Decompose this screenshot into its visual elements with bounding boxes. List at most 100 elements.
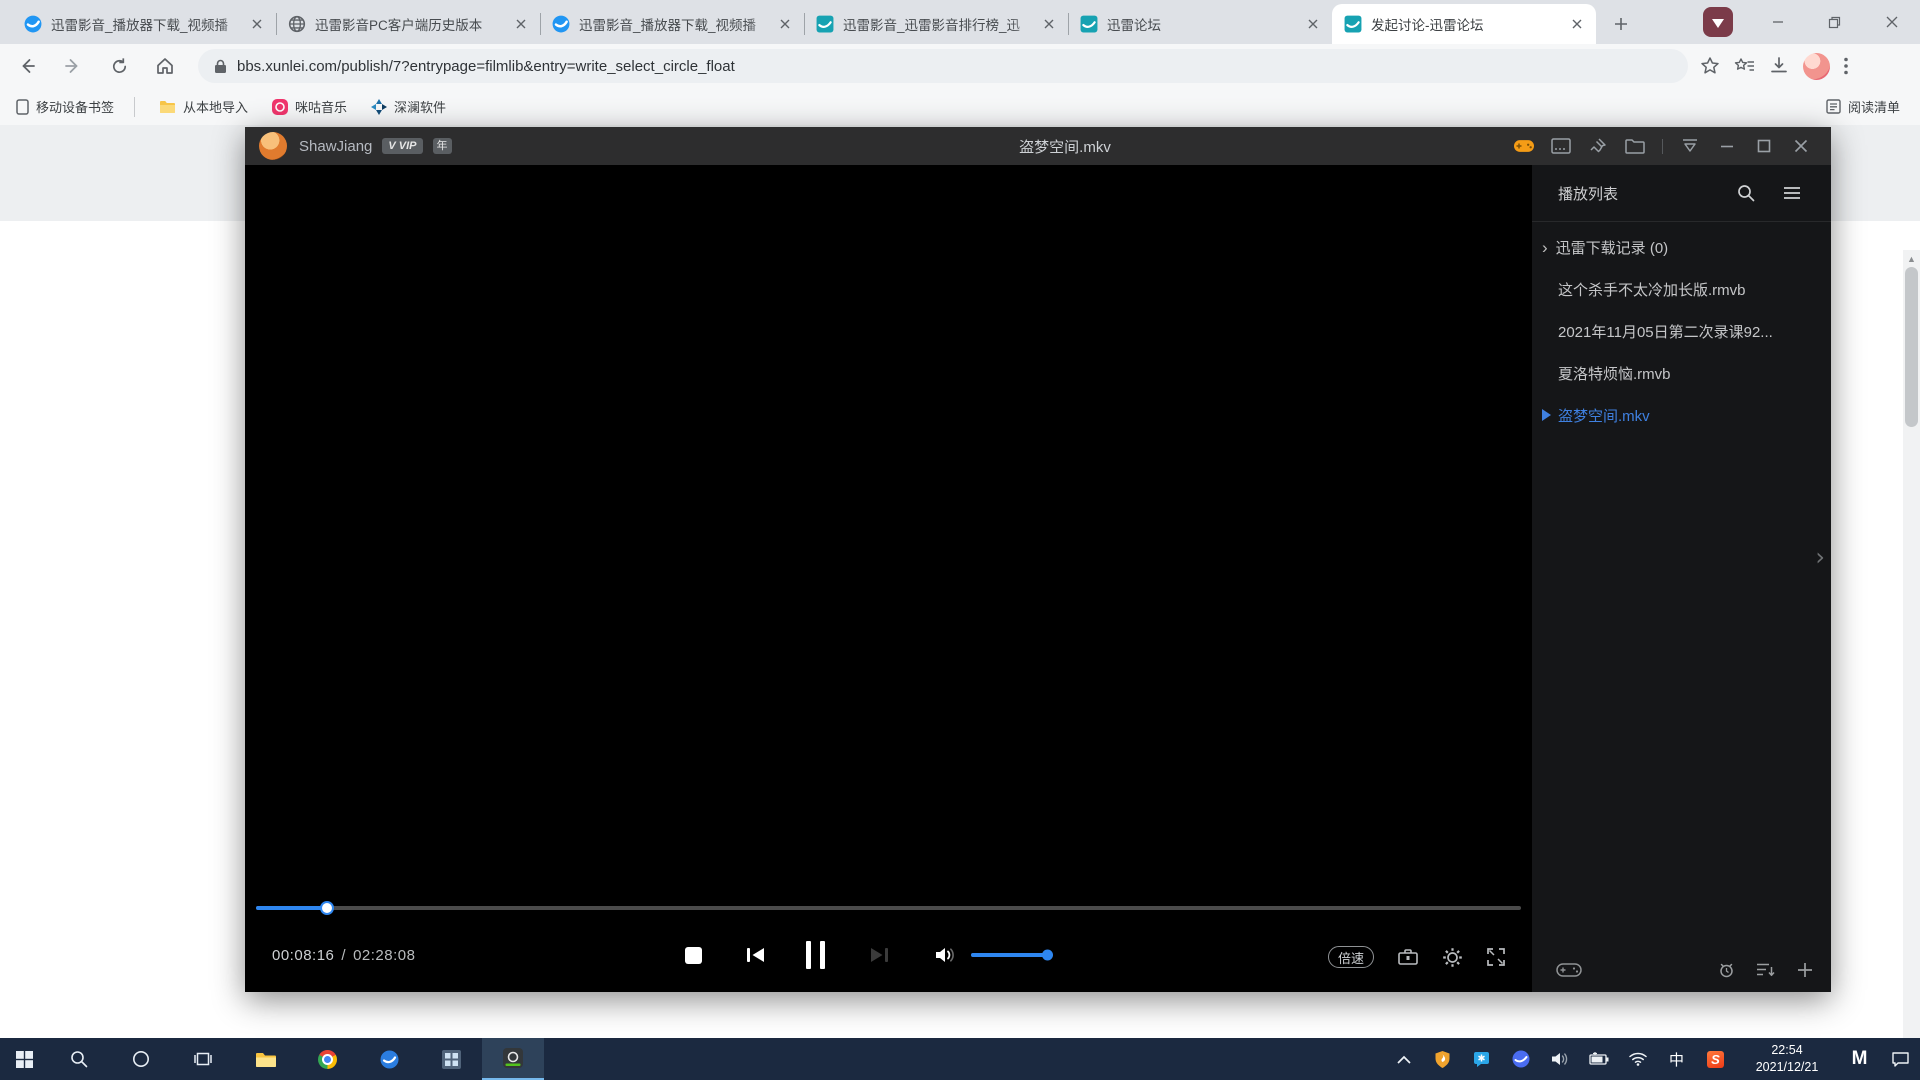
scrollbar-up-arrow[interactable]: ▲ [1903,250,1920,267]
sogou-tray-icon[interactable]: S [1696,1038,1735,1080]
player-username: ShawJiang [299,138,372,155]
playlist-group-download-history[interactable]: › 迅雷下载记录 (0) [1532,226,1831,268]
tab-2[interactable]: 迅雷影音PC客户端历史版本 [276,4,540,44]
sort-list-icon[interactable] [1756,962,1776,978]
playlist-sidebar: 播放列表 › 迅雷下载记录 (0) 这个杀手不太冷加长版.rmvb [1532,165,1831,992]
downloads-icon[interactable] [1769,56,1789,76]
bookmark-mobile[interactable]: 移动设备书签 [8,93,122,120]
volume-thumb[interactable] [1042,950,1053,961]
reading-list-button[interactable]: 阅读清单 [1816,93,1910,120]
home-button[interactable] [146,47,184,85]
stop-button[interactable] [685,947,702,964]
action-center-icon[interactable] [1881,1038,1920,1080]
ime-language-indicator[interactable]: 中 [1657,1038,1696,1080]
taskbar-clock[interactable]: 22:54 2021/12/21 [1735,1042,1839,1076]
playlist-menu-icon[interactable] [1783,186,1801,200]
scrollbar-thumb[interactable] [1905,267,1918,427]
playlist-item-1[interactable]: 这个杀手不太冷加长版.rmvb [1532,268,1831,310]
player-titlebar[interactable]: ShawJiang V VIP 年 盗梦空间.mkv [245,127,1831,165]
wifi-tray-icon[interactable] [1618,1038,1657,1080]
main-menu-icon[interactable] [1680,136,1700,156]
cortana-button[interactable] [110,1038,172,1080]
game-pad-outline-icon[interactable] [1556,961,1582,979]
video-canvas[interactable]: 00:08:16 / 02:28:08 [245,165,1532,992]
tab-close-icon[interactable] [1568,15,1586,33]
open-file-icon[interactable] [1625,136,1645,156]
game-center-icon[interactable] [1514,136,1534,156]
chrome-icon [318,1050,337,1069]
tab-close-icon[interactable] [248,15,266,33]
subtitle-panel-icon[interactable] [1551,136,1571,156]
page-scrollbar[interactable]: ▲ ▼ [1903,250,1920,1080]
kebab-menu-icon[interactable] [1844,57,1848,75]
fullscreen-icon[interactable] [1486,947,1506,967]
battery-tray-icon[interactable] [1579,1038,1618,1080]
volume-icon[interactable] [934,945,957,965]
pause-button[interactable] [806,941,825,969]
playlist-search-icon[interactable] [1737,184,1755,202]
new-tab-button[interactable] [1604,7,1638,41]
chrome-button[interactable] [296,1038,358,1080]
pin-on-top-icon[interactable] [1588,136,1608,156]
tab-3[interactable]: 迅雷影音_播放器下载_视频播 [540,4,804,44]
bookmark-local-import[interactable]: 从本地导入 [151,93,256,120]
address-bar[interactable]: bbs.xunlei.com/publish/7?entrypage=filml… [198,49,1688,83]
playback-speed-button[interactable]: 倍速 [1328,946,1374,968]
window-restore-button[interactable] [1806,0,1863,44]
playlist-item-3[interactable]: 夏洛特烦恼.rmvb [1532,352,1831,394]
tray-expand-chevron[interactable] [1384,1038,1423,1080]
toolbox-icon[interactable] [1397,947,1419,967]
window-minimize-button[interactable] [1749,0,1806,44]
file-explorer-button[interactable] [234,1038,296,1080]
profile-avatar[interactable] [1803,53,1830,80]
volume-slider[interactable] [971,953,1051,957]
thunder-tray-icon[interactable] [1501,1038,1540,1080]
tab-close-icon[interactable] [1304,15,1322,33]
volume-tray-icon[interactable] [1540,1038,1579,1080]
back-button[interactable] [8,47,46,85]
next-button[interactable] [869,945,890,965]
settings-gear-icon[interactable] [1442,947,1463,968]
m-logo-tray-icon[interactable]: M [1839,1048,1881,1070]
forward-button[interactable] [54,47,92,85]
vip-badge: V VIP [382,138,422,154]
thunder-player-taskbar-button[interactable] [482,1038,544,1080]
bookmark-shenlan[interactable]: 深澜软件 [363,93,454,120]
task-view-button[interactable] [172,1038,234,1080]
tab-1[interactable]: 迅雷影音_播放器下载_视频播 [12,4,276,44]
mobile-device-icon [16,99,29,115]
year-badge: 年 [433,138,452,154]
bookmark-migu[interactable]: 咪咕音乐 [264,93,355,120]
reload-button[interactable] [100,47,138,85]
tim-chat-icon[interactable] [1462,1038,1501,1080]
player-close-icon[interactable] [1791,136,1811,156]
tab-close-icon[interactable] [512,15,530,33]
taskbar-search-button[interactable] [48,1038,110,1080]
timer-icon[interactable] [1718,961,1735,979]
add-to-playlist-icon[interactable] [1797,962,1813,978]
player-user-avatar[interactable] [259,132,287,160]
download-extension-icon[interactable] [1703,7,1733,37]
previous-button[interactable] [745,945,766,965]
bookmark-star-icon[interactable] [1700,56,1720,76]
security-shield-icon[interactable] [1423,1038,1462,1080]
grid-app-button[interactable] [420,1038,482,1080]
tab-6-active[interactable]: 发起讨论-迅雷论坛 [1332,4,1596,44]
seek-bar[interactable] [256,906,1521,910]
tab-close-icon[interactable] [776,15,794,33]
seek-bar-fill [256,906,327,910]
reading-list-add-icon[interactable] [1734,56,1755,76]
seek-bar-thumb[interactable] [320,901,334,915]
player-maximize-icon[interactable] [1754,136,1774,156]
tab-close-icon[interactable] [1040,15,1058,33]
item-label: 盗梦空间.mkv [1558,405,1650,426]
playlist-collapse-chevron[interactable]: › [1815,543,1825,571]
playlist-item-2[interactable]: 2021年11月05日第二次录课92... [1532,310,1831,352]
tab-5[interactable]: 迅雷论坛 [1068,4,1332,44]
media-app-button[interactable] [358,1038,420,1080]
tab-4[interactable]: 迅雷影音_迅雷影音排行榜_迅 [804,4,1068,44]
window-close-button[interactable] [1863,0,1920,44]
start-button[interactable] [0,1038,48,1080]
player-minimize-icon[interactable] [1717,136,1737,156]
playlist-item-4-playing[interactable]: 盗梦空间.mkv [1532,394,1831,436]
